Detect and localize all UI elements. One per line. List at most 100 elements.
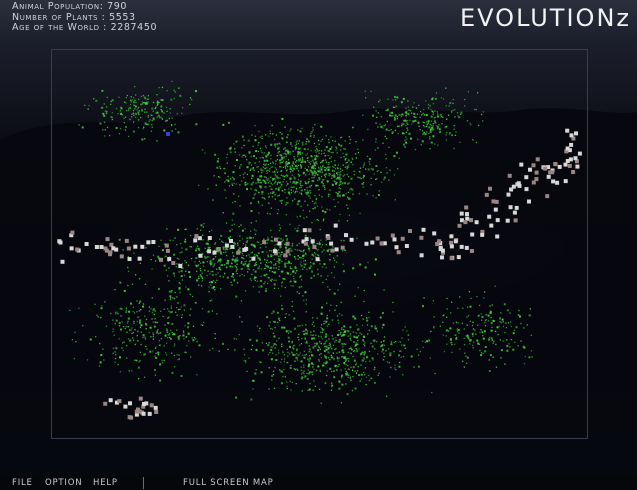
plant <box>203 223 205 225</box>
plant <box>293 176 295 178</box>
plant <box>393 350 395 353</box>
plant <box>368 161 370 163</box>
plant <box>346 165 349 168</box>
plant <box>306 168 308 171</box>
plant <box>373 106 375 108</box>
plant <box>125 326 127 328</box>
plant <box>358 193 361 195</box>
plant <box>120 113 123 116</box>
plant <box>452 98 454 101</box>
plant <box>93 98 95 100</box>
plant <box>308 267 311 270</box>
plant <box>254 162 256 164</box>
plant <box>214 242 217 244</box>
plant <box>432 300 434 302</box>
animal <box>153 405 158 410</box>
plant <box>278 266 280 268</box>
plant <box>405 115 407 117</box>
plant <box>407 100 409 102</box>
animal <box>224 243 229 248</box>
plant <box>282 375 284 378</box>
plant <box>334 309 336 311</box>
plant <box>418 354 420 356</box>
animal <box>340 245 345 250</box>
plant <box>130 96 132 98</box>
plant <box>229 265 232 268</box>
plant <box>454 134 457 136</box>
plant <box>118 238 121 241</box>
plant <box>408 334 410 336</box>
plant <box>299 352 301 354</box>
plant <box>367 168 370 171</box>
plant <box>347 207 349 209</box>
plant <box>263 152 265 154</box>
plant <box>242 243 244 245</box>
plant <box>277 255 280 257</box>
plant <box>245 361 247 364</box>
plant <box>380 171 382 173</box>
plant <box>118 321 121 324</box>
plant <box>321 266 324 268</box>
plant <box>267 163 269 166</box>
menu-option[interactable]: OPTION <box>45 478 82 488</box>
animal <box>123 404 128 409</box>
plant <box>211 273 214 276</box>
plant <box>173 253 176 256</box>
plant <box>262 179 264 182</box>
plant <box>264 167 267 170</box>
plant <box>514 341 516 343</box>
plant <box>264 259 266 261</box>
plant <box>488 359 490 361</box>
plant <box>295 272 297 274</box>
menu-help[interactable]: HELP <box>93 478 118 488</box>
plant <box>285 167 287 170</box>
plant <box>279 186 282 188</box>
plant <box>118 338 120 340</box>
plant <box>161 362 163 364</box>
plant <box>343 343 345 345</box>
plant <box>404 139 406 141</box>
plant <box>466 120 469 122</box>
plant <box>157 329 159 331</box>
plant <box>302 371 304 373</box>
plant <box>403 123 405 125</box>
plant <box>419 129 421 131</box>
plant <box>221 240 223 242</box>
plant <box>160 338 162 340</box>
animal <box>330 248 335 253</box>
plant <box>319 370 321 373</box>
plant <box>195 264 197 266</box>
plant <box>250 252 252 254</box>
plant <box>281 343 283 345</box>
plant <box>350 339 352 341</box>
plant <box>257 165 259 168</box>
plant <box>154 260 157 262</box>
animal <box>464 245 469 250</box>
plant <box>276 340 278 342</box>
plant <box>82 325 84 327</box>
plant <box>359 177 361 179</box>
plant <box>275 267 277 269</box>
animal <box>370 240 375 245</box>
plant <box>338 144 340 146</box>
plant <box>293 180 295 183</box>
plant <box>347 330 350 333</box>
plant <box>112 352 114 354</box>
plant <box>174 343 176 345</box>
plant <box>288 260 290 262</box>
plant <box>317 345 320 347</box>
world-map[interactable] <box>0 0 637 490</box>
plant <box>158 245 160 247</box>
plant <box>285 164 288 167</box>
menu-file[interactable]: FILE <box>12 478 33 488</box>
animal <box>128 401 132 406</box>
plant <box>265 146 267 149</box>
plant <box>305 154 307 156</box>
plant <box>157 351 160 354</box>
plant <box>220 259 222 262</box>
plant <box>368 316 370 319</box>
plant <box>266 273 268 275</box>
menu-full-screen-map[interactable]: FULL SCREEN MAP <box>183 478 274 488</box>
plant <box>239 240 241 242</box>
plant <box>266 178 269 181</box>
